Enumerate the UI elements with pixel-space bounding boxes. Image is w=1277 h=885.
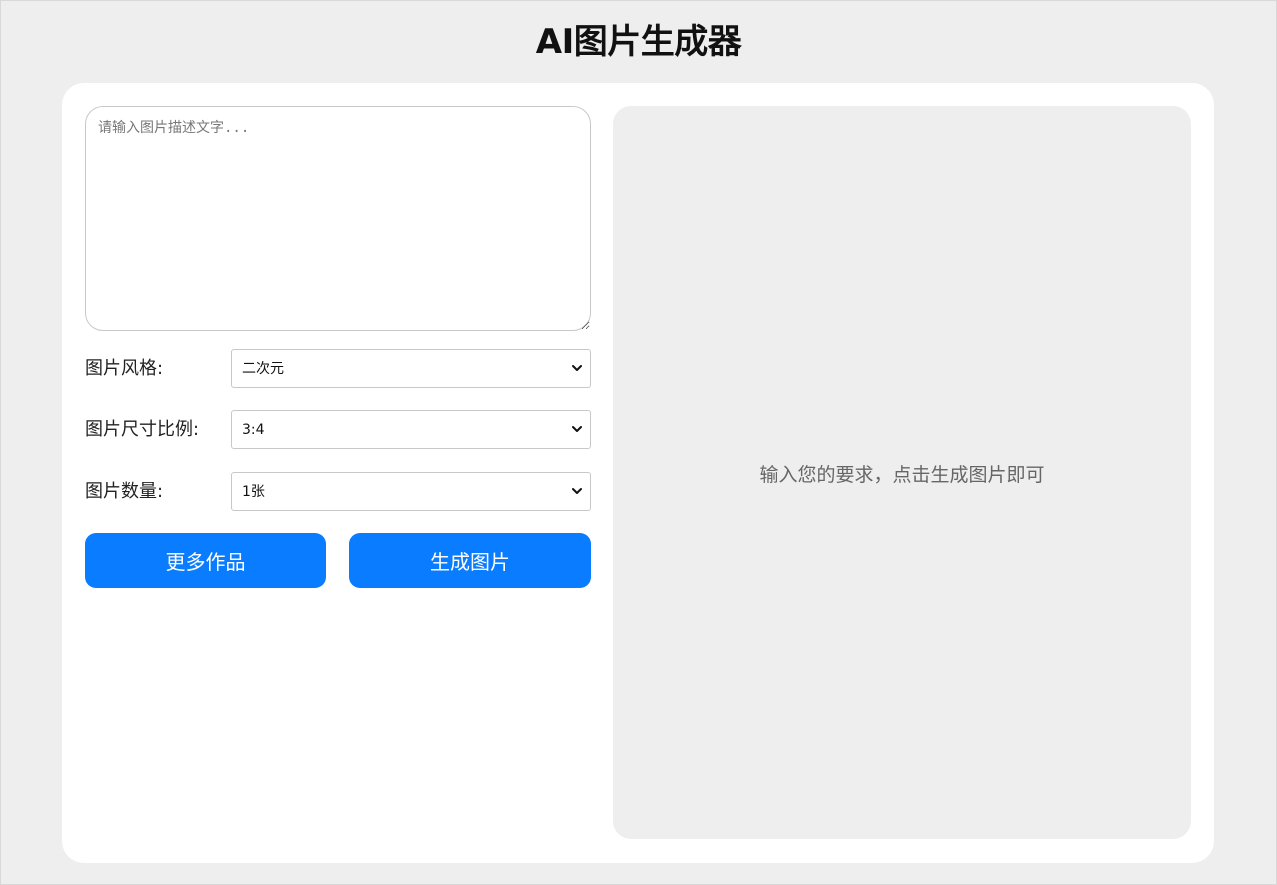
count-select[interactable]: 1张	[231, 472, 591, 511]
style-label: 图片风格:	[85, 358, 164, 379]
image-preview-area: 输入您的要求，点击生成图片即可	[613, 106, 1191, 839]
style-select[interactable]: 二次元	[231, 349, 591, 388]
count-row: 图片数量: 1张	[85, 472, 591, 511]
preview-hint: 输入您的要求，点击生成图片即可	[759, 464, 1045, 486]
ratio-row: 图片尺寸比例: 3:4	[85, 410, 591, 449]
control-panel: 图片风格: 二次元 图片尺寸比例: 3:4 图片数量: 1张	[85, 106, 591, 588]
page-title: AI图片生成器	[535, 22, 742, 62]
ratio-select[interactable]: 3:4	[231, 410, 591, 449]
prompt-textarea[interactable]	[85, 106, 591, 331]
count-label: 图片数量:	[85, 481, 164, 502]
main-card: 图片风格: 二次元 图片尺寸比例: 3:4 图片数量: 1张	[62, 83, 1214, 863]
style-row: 图片风格: 二次元	[85, 349, 591, 388]
generate-image-button[interactable]: 生成图片	[349, 533, 591, 588]
ratio-label: 图片尺寸比例:	[85, 419, 200, 440]
more-works-button[interactable]: 更多作品	[85, 533, 326, 588]
